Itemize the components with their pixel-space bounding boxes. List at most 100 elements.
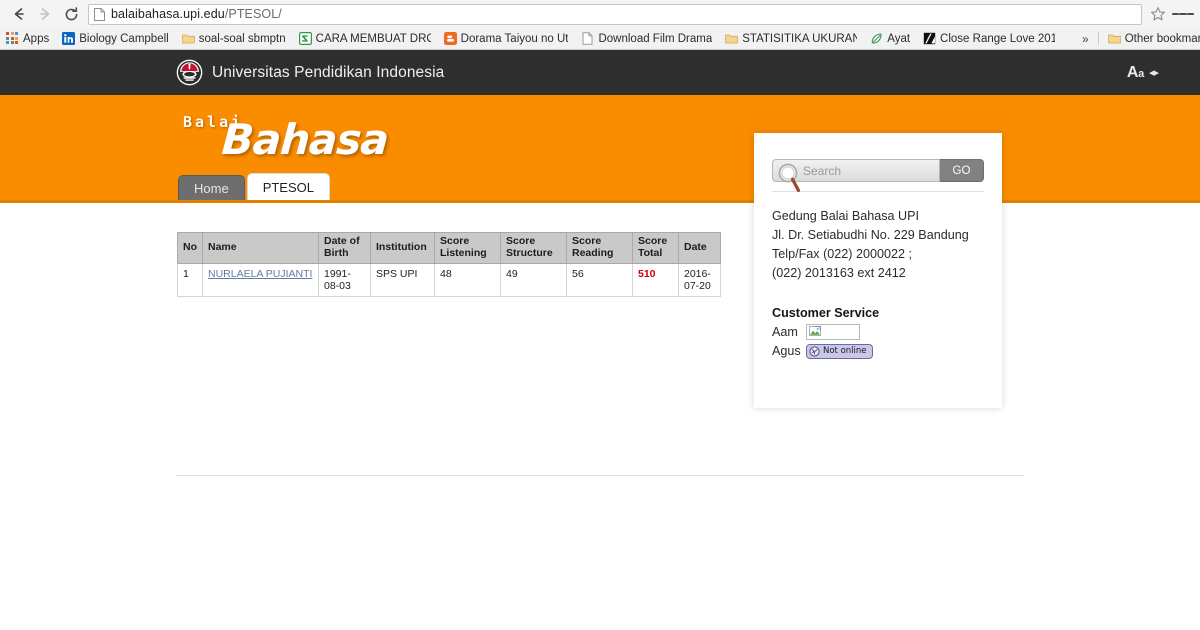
table-row: 1 NURLAELA PUJIANTI 1991-08-03 SPS UPI 4… [177,262,721,298]
bookmarks-overflow-group: » Other bookmarks [1068,32,1200,46]
blogger-icon [443,32,457,45]
student-name-link[interactable]: NURLAELA PUJIANTI [208,268,312,280]
font-size-label: Aa [1126,63,1144,81]
bookmarks-overflow-button[interactable]: » [1078,32,1098,46]
browser-chrome: balaibahasa.upi.edu/PTESOL/ Apps Biology… [0,0,1200,50]
customer-service-row-aam: Aam [772,323,984,340]
tab-label: Home [194,180,229,196]
university-title: Universitas Pendidikan Indonesia [212,63,445,81]
cell-name: NURLAELA PUJIANTI [202,262,319,298]
page-icon [582,32,593,45]
bookmark-biology-campbell[interactable]: Biology Campbell [62,32,169,45]
address-bar-text: balaibahasa.upi.edu/PTESOL/ [111,7,282,21]
linkedin-icon [62,32,76,45]
bookmark-apps[interactable]: Apps [6,32,49,45]
address-bar[interactable]: balaibahasa.upi.edu/PTESOL/ [88,3,1142,25]
bookmark-label: soal-soal sbmptn [198,32,286,45]
cell-date: 2016-07-20 [678,262,721,298]
go-label: GO [952,164,971,177]
menu-line [1186,13,1194,15]
address-line-4: (022) 2013163 ext 2412 [772,266,906,281]
leaf-icon [871,33,882,44]
address-line-2: Jl. Dr. Setiabudhi No. 229 Bandung [772,228,969,243]
apps-grid-icon [6,32,19,45]
address-line-1: Gedung Balai Bahasa UPI [772,209,920,223]
column-header-no: No [177,232,203,264]
bookmark-close-range-love[interactable]: Close Range Love 201 [923,32,1055,45]
bookmarks-separator [1097,32,1099,45]
web-page: Universitas Pendidikan Indonesia Aa ◂▸ B… [0,50,1200,630]
table-header-row: No Name Date of Birth Institution Score … [177,232,721,264]
score-table-container: No Name Date of Birth Institution Score … [177,232,721,298]
address-block: Gedung Balai Bahasa UPI Jl. Dr. Setiabud… [772,207,984,284]
logo-text-bahasa: Bahasa [220,115,390,164]
back-arrow-icon[interactable] [6,1,32,27]
content-area: No Name Date of Birth Institution Score … [0,203,1200,627]
broken-image-glyph [809,326,821,337]
bookmark-soal-soal-sbmptn[interactable]: soal-soal sbmptn [181,32,286,45]
browser-toolbar: balaibahasa.upi.edu/PTESOL/ [0,0,1200,28]
column-header-score-total: Score Total [632,232,679,264]
bookmark-other-bookmarks[interactable]: Other bookmarks [1107,32,1200,45]
font-size-arrows-icon[interactable]: ◂▸ [1149,66,1159,79]
bookmark-label: Apps [23,32,50,45]
star-icon[interactable] [1147,3,1169,25]
broken-image-icon[interactable] [806,323,860,340]
folder-icon [725,34,739,44]
tab-home[interactable]: Home [178,175,245,200]
cell-score-listening: 48 [434,262,501,298]
bookmark-statisitika-ukuran[interactable]: STATISITIKA UKURAN [725,32,857,45]
main-navigation: Home PTESOL [178,173,330,200]
contact-name: Agus [772,344,801,359]
folder-icon [1107,34,1121,44]
menu-line [1172,13,1180,15]
bookmark-cara-membuat-dro[interactable]: CARA MEMBUAT DRO [298,32,431,45]
url-path: /PTESOL/ [224,7,282,21]
bookmark-label: Ayat [887,32,911,45]
status-badge-label: Not online [823,346,867,357]
column-header-score-listening: Score Listening [434,232,501,264]
cell-score-reading: 56 [566,262,633,298]
university-brand[interactable]: Universitas Pendidikan Indonesia [176,59,444,86]
bookmark-download-film-drama[interactable]: Download Film Drama [581,32,712,45]
forward-arrow-icon [32,1,58,27]
font-size-control[interactable]: Aa ◂▸ [1126,63,1159,82]
menu-line [1179,13,1187,15]
hamburger-menu-icon[interactable] [1172,1,1194,27]
bookmark-label: Biology Campbell [79,32,169,45]
green-doc-icon [298,32,312,45]
column-header-score-reading: Score Reading [566,232,633,264]
ptesol-score-table: No Name Date of Birth Institution Score … [177,232,721,298]
bookmark-ayat[interactable]: Ayat [870,32,910,45]
messenger-status-icon [809,345,820,357]
search-go-button[interactable]: GO [940,159,984,182]
cell-no: 1 [177,262,203,298]
upi-seal-logo [176,59,203,86]
bookmark-dorama-taiyou[interactable]: Dorama Taiyou no Ut [443,32,569,45]
bookmark-label: Dorama Taiyou no Ut [460,32,569,45]
font-size-label-small: a [1138,67,1144,80]
page-icon [94,7,105,21]
bookmark-label: Download Film Drama [598,32,713,45]
bookmarks-bar: Apps Biology Campbell soal-soal sbmptn C… [0,28,1200,49]
orange-banner: Balai Bahasa Home PTESOL [0,95,1200,203]
contact-name: Aam [772,324,798,339]
table-head: No Name Date of Birth Institution Score … [177,232,721,264]
cell-date-of-birth: 1991-08-03 [318,262,371,298]
column-header-date: Date [678,232,721,264]
address-line-3: Telp/Fax (022) 2000022 ; [772,247,913,262]
magnifier-icon [778,163,801,193]
bookmark-label: Close Range Love 201 [940,32,1056,45]
search-placeholder: Search [803,163,842,178]
film-icon [923,32,936,45]
search-widget: Search GO [772,159,984,193]
content-divider [176,475,1024,476]
sidebar-panel: Search GO Gedung Balai Bahasa UPI Jl. Dr… [754,133,1002,408]
status-badge[interactable]: Not online [806,343,873,359]
bookmark-label: Other bookmarks [1124,32,1200,45]
column-header-institution: Institution [370,232,435,264]
balai-bahasa-logo[interactable]: Balai Bahasa [180,113,390,164]
reload-icon[interactable] [58,1,84,27]
tab-ptesol[interactable]: PTESOL [246,173,330,200]
bookmark-label: STATISITIKA UKURAN [742,32,858,45]
